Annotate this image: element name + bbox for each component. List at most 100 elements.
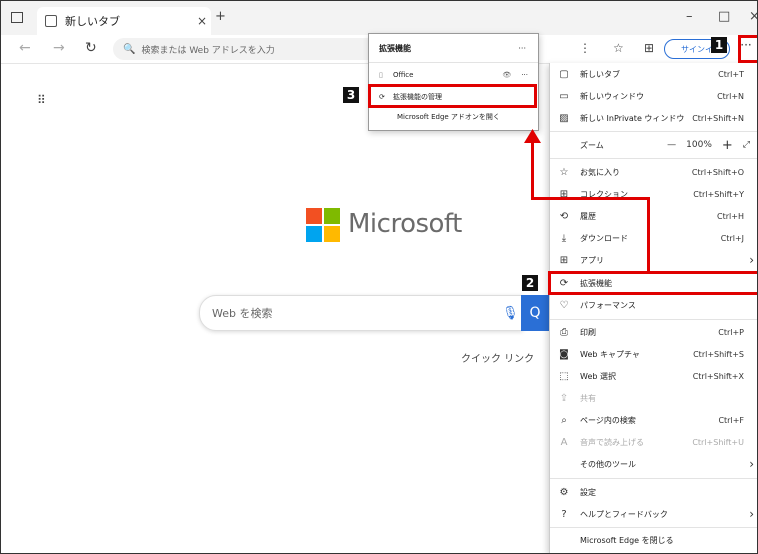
menu-label: Web キャプチャ <box>580 349 640 359</box>
favorites-icon: ☆ <box>559 166 569 178</box>
web-search-box[interactable]: Web を検索 🎙 <box>199 295 523 331</box>
inprivate-icon: ▨ <box>559 112 569 124</box>
menu-shortcut: Ctrl+Shift+X <box>692 371 744 381</box>
browser-window: 新しいタブ × + – □ × ← → ↻ 🔍 検索または Web アドレスを入… <box>0 0 758 554</box>
refresh-button[interactable]: ↻ <box>85 40 97 56</box>
print-icon: ⎙ <box>560 326 568 338</box>
tab-actions-icon[interactable] <box>11 12 23 23</box>
new-tab-icon: ▢ <box>559 68 569 80</box>
menu-label: ページ内の検索 <box>580 415 636 425</box>
menu-item-settings[interactable]: ⚙ 設定 <box>550 481 757 503</box>
zoom-in-button[interactable]: + <box>722 138 733 153</box>
menu-item-web-capture[interactable]: ◙ Web キャプチャ Ctrl+Shift+S <box>550 343 757 365</box>
fullscreen-icon[interactable]: ⤢ <box>743 140 750 150</box>
open-edge-addons-label: Microsoft Edge アドオンを開く <box>397 113 500 121</box>
menu-item-print[interactable]: ⎙ 印刷 Ctrl+P <box>550 321 757 343</box>
address-placeholder: 検索または Web アドレスを入力 <box>141 45 275 56</box>
menu-item-read-aloud[interactable]: A 音声で読み上げる Ctrl+Shift+U <box>550 431 757 453</box>
microphone-icon[interactable]: 🎙 <box>502 306 522 321</box>
menu-shortcut: Ctrl+Shift+S <box>693 349 744 359</box>
maximize-button[interactable]: □ <box>718 9 730 24</box>
menu-label: 共有 <box>580 393 596 403</box>
extensions-more-button[interactable]: ··· <box>518 44 526 53</box>
menu-item-favorites[interactable]: ☆ お気に入り Ctrl+Shift+O <box>550 161 757 183</box>
forward-button[interactable]: → <box>53 40 65 56</box>
highlight-more-button <box>738 35 757 63</box>
menu-shortcut: Ctrl+N <box>717 91 744 101</box>
menu-item-downloads[interactable]: ⤓ ダウンロード Ctrl+J <box>550 227 757 249</box>
new-tab-page-icon <box>45 15 57 27</box>
back-button[interactable]: ← <box>19 40 31 56</box>
extension-more-button[interactable]: ··· <box>521 71 528 79</box>
connector-line <box>531 197 650 200</box>
favorites-icon[interactable]: ☆ <box>613 41 624 55</box>
menu-label: 設定 <box>580 487 596 497</box>
close-window-button[interactable]: × <box>749 9 757 24</box>
logo-square-yellow <box>324 226 340 242</box>
zoom-controls: — 100% + ⤢ <box>667 138 750 153</box>
search-icon: 🔍 <box>123 43 136 55</box>
menu-label: 新しいタブ <box>580 69 620 79</box>
menu-shortcut: Ctrl+T <box>718 69 744 79</box>
read-aloud-icon: A <box>560 436 568 448</box>
tab-title: 新しいタブ <box>65 15 120 28</box>
menu-divider <box>550 131 757 132</box>
tab-new-tab[interactable]: 新しいタブ × <box>37 7 211 35</box>
brand-name: Microsoft <box>348 209 462 239</box>
menu-item-inprivate[interactable]: ▨ 新しい InPrivate ウィンドウ Ctrl+Shift+N <box>550 107 757 129</box>
menu-label: ダウンロード <box>580 233 628 243</box>
apps-icon: ⊞ <box>559 254 569 266</box>
collections-icon[interactable]: ⊞ <box>644 41 654 55</box>
zoom-out-button[interactable]: — <box>667 140 676 150</box>
menu-shortcut: Ctrl+P <box>718 327 744 337</box>
menu-item-close-edge[interactable]: Microsoft Edge を閉じる <box>550 529 757 551</box>
menu-label: お気に入り <box>580 167 620 177</box>
eye-icon[interactable]: 👁 <box>502 71 511 79</box>
quick-links-label[interactable]: クイック リンク <box>461 350 534 365</box>
zoom-value: 100% <box>686 140 712 150</box>
menu-item-web-select[interactable]: ⬚ Web 選択 Ctrl+Shift+X <box>550 365 757 387</box>
help-icon: ? <box>561 508 567 520</box>
office-icon: ▯ <box>379 71 383 79</box>
menu-shortcut: Ctrl+Shift+U <box>692 437 744 447</box>
share-icon: ⇪ <box>559 392 569 404</box>
logo-square-green <box>324 208 340 224</box>
chevron-right-icon: › <box>749 253 754 267</box>
extensions-popup: 拡張機能 ··· ▯ Office 👁 ··· ⟳ 拡張機能の管理 Micros… <box>368 33 539 131</box>
menu-label: Microsoft Edge を閉じる <box>580 535 674 545</box>
menu-item-new-tab[interactable]: ▢ 新しいタブ Ctrl+T <box>550 63 757 85</box>
menu-label: アプリ <box>580 255 604 265</box>
menu-item-history[interactable]: ⟲ 履歴 Ctrl+H <box>550 205 757 227</box>
apps-grid-icon[interactable]: ⠿ <box>37 93 46 107</box>
web-search-input[interactable]: Web を検索 <box>212 305 502 321</box>
find-icon: ⌕ <box>561 414 567 426</box>
minimize-button[interactable]: – <box>686 9 693 24</box>
search-button[interactable]: Q <box>521 295 549 331</box>
connector-line <box>531 141 534 200</box>
new-tab-button[interactable]: + <box>215 9 226 24</box>
extension-item-office[interactable]: ▯ Office 👁 ··· <box>369 66 538 84</box>
menu-item-new-window[interactable]: ▭ 新しいウィンドウ Ctrl+N <box>550 85 757 107</box>
menu-divider <box>550 527 757 528</box>
menu-label: その他のツール <box>580 459 636 469</box>
arrow-up-icon <box>524 129 541 143</box>
highlight-manage-extensions <box>368 84 537 108</box>
menu-item-more-tools[interactable]: その他のツール › <box>550 453 757 475</box>
download-icon: ⤓ <box>561 232 567 244</box>
menu-divider <box>550 478 757 479</box>
connector-line <box>647 197 650 271</box>
menu-item-find-on-page[interactable]: ⌕ ページ内の検索 Ctrl+F <box>550 409 757 431</box>
menu-shortcut: Ctrl+H <box>717 211 744 221</box>
extensions-popup-header: 拡張機能 ··· <box>369 34 538 63</box>
menu-item-performance[interactable]: ♡ パフォーマンス <box>550 294 757 316</box>
menu-item-collections[interactable]: ⊞ コレクション Ctrl+Shift+Y <box>550 183 757 205</box>
extension-label: Office <box>393 71 414 79</box>
menu-item-share[interactable]: ⇪ 共有 <box>550 387 757 409</box>
menu-item-help[interactable]: ? ヘルプとフィードバック › <box>550 503 757 525</box>
tab-action-icon[interactable]: ⋮ <box>579 41 591 55</box>
open-edge-addons-item[interactable]: Microsoft Edge アドオンを開く <box>369 108 538 126</box>
tab-close-button[interactable]: × <box>193 14 211 28</box>
menu-shortcut: Ctrl+J <box>720 233 744 243</box>
menu-label: パフォーマンス <box>580 300 636 310</box>
menu-item-apps[interactable]: ⊞ アプリ › <box>550 249 757 271</box>
